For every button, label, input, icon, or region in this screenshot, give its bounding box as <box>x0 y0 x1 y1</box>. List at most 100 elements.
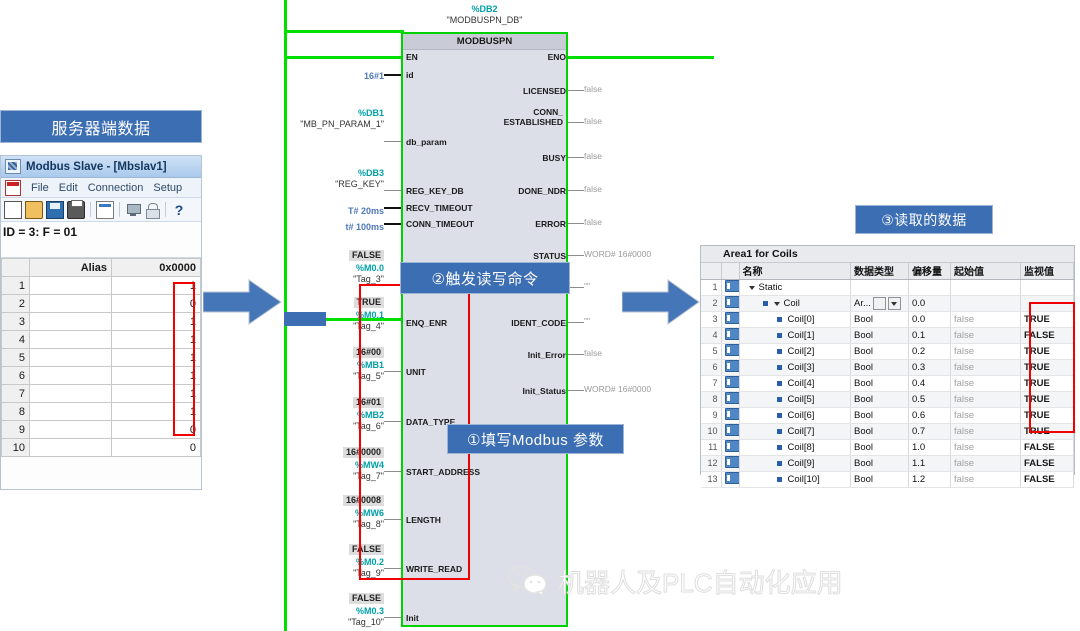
operand-reg-key-db[interactable]: %DB3 "REG_KEY" <box>284 168 384 190</box>
table-row[interactable]: 8 Coil[5] Bool 0.5 false TRUE <box>701 391 1074 408</box>
table-row[interactable]: 7 Coil[4] Bool 0.4 false TRUE <box>701 375 1074 392</box>
row-datatype[interactable]: Bool <box>850 423 909 440</box>
table-row[interactable]: 31 <box>1 312 201 331</box>
row-datatype[interactable]: Bool <box>850 311 909 328</box>
variable-tag-icon <box>724 295 738 308</box>
operand-tag3[interactable]: FALSE %M0.0 "Tag_3" <box>284 245 384 285</box>
row-value[interactable]: 0 <box>111 438 201 457</box>
row-alias[interactable] <box>29 402 112 421</box>
chevron-down-icon[interactable] <box>773 301 780 306</box>
row-name: Coil[5] <box>787 393 815 405</box>
row-name-cell[interactable]: Coil[6] <box>739 407 851 424</box>
table-row[interactable]: 20 <box>1 294 201 313</box>
table-row[interactable]: 12 Coil[9] Bool 1.1 false FALSE <box>701 455 1074 472</box>
row-datatype[interactable]: Bool <box>850 455 909 472</box>
row-start-value[interactable]: false <box>950 375 1021 392</box>
row-alias[interactable] <box>29 294 112 313</box>
open-folder-icon[interactable] <box>25 200 43 219</box>
row-name-cell[interactable]: Coil[5] <box>739 391 851 408</box>
row-alias[interactable] <box>29 276 112 295</box>
row-datatype[interactable]: Bool <box>850 375 909 392</box>
table-row[interactable]: 6 Coil[3] Bool 0.3 false TRUE <box>701 359 1074 376</box>
menu-item-setup[interactable]: Setup <box>153 182 182 194</box>
row-datatype[interactable]: Bool <box>850 439 909 456</box>
table-row[interactable]: 5 Coil[2] Bool 0.2 false TRUE <box>701 343 1074 360</box>
row-start-value[interactable]: false <box>950 455 1021 472</box>
table-row[interactable]: 3 Coil[0] Bool 0.0 false TRUE <box>701 311 1074 328</box>
row-alias[interactable] <box>29 366 112 385</box>
print-icon[interactable] <box>67 199 85 219</box>
row-name-cell[interactable]: Coil[7] <box>739 423 851 440</box>
row-start-value[interactable]: false <box>950 439 1021 456</box>
row-start-value[interactable]: false <box>950 327 1021 344</box>
chevron-down-icon[interactable] <box>748 285 755 290</box>
table-row[interactable]: 2 Coil Ar... 0.0 <box>701 295 1074 312</box>
row-start-value[interactable]: false <box>950 311 1021 328</box>
row-name-cell[interactable]: Coil[1] <box>739 327 851 344</box>
row-alias[interactable] <box>29 420 112 439</box>
table-row[interactable]: 10 Coil[7] Bool 0.7 false TRUE <box>701 423 1074 440</box>
new-file-icon[interactable] <box>4 200 22 219</box>
row-alias[interactable] <box>29 384 112 403</box>
table-row[interactable]: 71 <box>1 384 201 403</box>
datatype-browse-button[interactable] <box>872 296 886 310</box>
table-row[interactable]: 4 Coil[1] Bool 0.1 false FALSE <box>701 327 1074 344</box>
connect-icon[interactable] <box>125 202 141 218</box>
row-name-cell[interactable]: Coil[8] <box>739 439 851 456</box>
lock-icon[interactable] <box>144 202 160 219</box>
row-name-cell[interactable]: Coil[4] <box>739 375 851 392</box>
row-datatype[interactable]: Bool <box>850 471 909 488</box>
row-start-value[interactable]: false <box>950 343 1021 360</box>
row-start-value[interactable]: false <box>950 359 1021 376</box>
menu-item-file[interactable]: File <box>31 182 49 194</box>
row-alias[interactable] <box>29 438 112 457</box>
table-row[interactable]: 81 <box>1 402 201 421</box>
row-start-value[interactable] <box>950 295 1021 312</box>
table-row[interactable]: 41 <box>1 330 201 349</box>
row-start-value[interactable]: false <box>950 407 1021 424</box>
row-datatype[interactable]: Bool <box>850 407 909 424</box>
row-start-value[interactable] <box>950 279 1021 296</box>
table-row[interactable]: 11 <box>1 276 201 295</box>
table-row[interactable]: 90 <box>1 420 201 439</box>
menu-item-connection[interactable]: Connection <box>88 182 144 194</box>
row-name-cell[interactable]: Coil[3] <box>739 359 851 376</box>
table-row[interactable]: 9 Coil[6] Bool 0.6 false TRUE <box>701 407 1074 424</box>
help-icon[interactable]: ? <box>171 202 187 218</box>
table-row[interactable]: 51 <box>1 348 201 367</box>
row-start-value[interactable]: false <box>950 391 1021 408</box>
datatype-dropdown-button[interactable] <box>887 296 901 310</box>
row-datatype[interactable]: Bool <box>850 391 909 408</box>
row-name-cell[interactable]: Coil <box>739 295 851 312</box>
row-tag-icon-cell <box>721 407 740 424</box>
row-name-cell[interactable]: Coil[0] <box>739 311 851 328</box>
save-icon[interactable] <box>46 200 64 219</box>
row-datatype[interactable] <box>850 279 909 296</box>
table-row[interactable]: 11 Coil[8] Bool 1.0 false FALSE <box>701 439 1074 456</box>
table-row[interactable]: 10 0 <box>1 438 201 457</box>
row-datatype[interactable]: Ar... <box>850 295 909 312</box>
operand-id[interactable]: 16#1 <box>284 66 384 84</box>
table-row[interactable]: 61 <box>1 366 201 385</box>
row-offset: 0.0 <box>908 295 951 312</box>
row-name-cell[interactable]: Coil[9] <box>739 455 851 472</box>
row-datatype[interactable]: Bool <box>850 359 909 376</box>
table-row[interactable]: 1 Static <box>701 279 1074 296</box>
operand-db-param[interactable]: %DB1 "MB_PN_PARAM_1" <box>284 108 384 130</box>
row-start-value[interactable]: false <box>950 471 1021 488</box>
row-tag-icon-cell <box>721 279 740 296</box>
row-start-value[interactable]: false <box>950 423 1021 440</box>
row-alias[interactable] <box>29 348 112 367</box>
menu-item-edit[interactable]: Edit <box>59 182 78 194</box>
row-name-cell[interactable]: Static <box>739 279 851 296</box>
row-name-cell[interactable]: Coil[10] <box>739 471 851 488</box>
row-alias[interactable] <box>29 330 112 349</box>
table-row[interactable]: 13 Coil[10] Bool 1.2 false FALSE <box>701 471 1074 488</box>
display-icon[interactable] <box>96 200 114 219</box>
row-datatype[interactable]: Bool <box>850 327 909 344</box>
row-name-cell[interactable]: Coil[2] <box>739 343 851 360</box>
operand-conn-timeout[interactable]: t# 100ms <box>284 217 384 235</box>
row-alias[interactable] <box>29 312 112 331</box>
operand-init[interactable]: FALSE %M0.3 "Tag_10" <box>284 588 384 628</box>
row-datatype[interactable]: Bool <box>850 343 909 360</box>
